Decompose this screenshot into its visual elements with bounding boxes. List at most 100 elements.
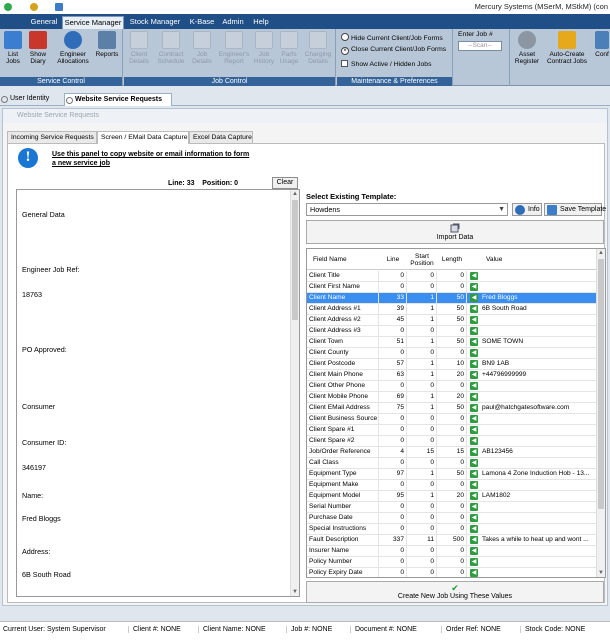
- close-forms-option[interactable]: × Close Current Client/Job Forms: [341, 46, 446, 55]
- copy-value-arrow-icon[interactable]: ◀: [470, 371, 478, 379]
- copy-value-arrow-icon[interactable]: ◀: [470, 525, 478, 533]
- table-row[interactable]: Client Address #3 0 0 0 ◀: [307, 326, 598, 337]
- info-button[interactable]: Info: [512, 203, 542, 216]
- template-select[interactable]: Howdens ▼: [306, 203, 508, 216]
- cell-value[interactable]: 6B South Road: [480, 304, 598, 314]
- save-template-button[interactable]: Save Template: [544, 203, 606, 216]
- table-row[interactable]: Client Other Phone 0 0 0 ◀: [307, 381, 598, 392]
- copy-value-arrow-icon[interactable]: ◀: [470, 514, 478, 522]
- copy-value-arrow-icon[interactable]: ◀: [470, 393, 478, 401]
- table-row[interactable]: Fault Description 337 11 500 Takes a while t…: [307, 535, 598, 546]
- cell-value[interactable]: [480, 414, 598, 424]
- copy-value-arrow-icon[interactable]: ◀: [470, 305, 478, 313]
- copy-value-arrow-icon[interactable]: ◀: [470, 569, 478, 577]
- cell-line[interactable]: 0: [379, 546, 407, 556]
- copy-value-arrow-icon[interactable]: ◀: [470, 283, 478, 291]
- cell-length[interactable]: 50: [437, 337, 467, 347]
- cell-length[interactable]: 0: [437, 425, 467, 435]
- cell-line[interactable]: 51: [379, 337, 407, 347]
- cell-start-position[interactable]: 1: [407, 370, 437, 380]
- capture-text-editor[interactable]: General Data Engineer Job Ref: 18763 PO …: [16, 189, 300, 597]
- cell-value[interactable]: [480, 271, 598, 281]
- table-row[interactable]: Job/Order Reference 4 15 15 AB123456 ◀: [307, 447, 598, 458]
- cell-length[interactable]: 10: [437, 359, 467, 369]
- cell-line[interactable]: 0: [379, 282, 407, 292]
- copy-value-arrow-icon[interactable]: ◀: [470, 404, 478, 412]
- cell-value[interactable]: [480, 513, 598, 523]
- cell-value[interactable]: Takes a while to heat up and wont ...: [480, 535, 598, 545]
- cell-start-position[interactable]: 0: [407, 524, 437, 534]
- scroll-up-icon[interactable]: ▲: [597, 249, 605, 257]
- cell-start-position[interactable]: 0: [407, 513, 437, 523]
- cell-length[interactable]: 0: [437, 348, 467, 358]
- cell-value[interactable]: BN9 1AB: [480, 359, 598, 369]
- copy-value-arrow-icon[interactable]: ◀: [470, 316, 478, 324]
- cell-length[interactable]: 0: [437, 480, 467, 490]
- table-row[interactable]: Client EMail Address 75 1 50 paul@hatchgates…: [307, 403, 598, 414]
- table-row[interactable]: Policy Expiry Date 0 0 0 ◀: [307, 568, 598, 577]
- copy-value-arrow-icon[interactable]: ◀: [470, 503, 478, 511]
- cell-start-position[interactable]: 1: [407, 469, 437, 479]
- copy-value-arrow-icon[interactable]: ◀: [470, 459, 478, 467]
- parts-usage-button[interactable]: Parts Usage: [278, 31, 300, 65]
- grid-scrollbar[interactable]: ▲ ▼: [596, 249, 605, 577]
- table-row[interactable]: Equipment Type 97 1 50 Lamona 4 Zone Inducti…: [307, 469, 598, 480]
- cell-value[interactable]: SOME TOWN: [480, 337, 598, 347]
- save-icon[interactable]: [55, 3, 63, 11]
- cell-value[interactable]: paul@hatchgatesoftware.com: [480, 403, 598, 413]
- cell-line[interactable]: 0: [379, 513, 407, 523]
- cell-line[interactable]: 97: [379, 469, 407, 479]
- cell-value[interactable]: [480, 282, 598, 292]
- cell-start-position[interactable]: 0: [407, 381, 437, 391]
- table-row[interactable]: Client County 0 0 0 ◀: [307, 348, 598, 359]
- scroll-up-icon[interactable]: ▲: [291, 190, 299, 198]
- close-tab-icon[interactable]: [66, 97, 73, 104]
- job-history-button[interactable]: Job History: [253, 31, 275, 65]
- menu-tab-service-manager[interactable]: Service Manager: [62, 16, 124, 29]
- table-row[interactable]: Client Address #2 45 1 50 ◀: [307, 315, 598, 326]
- copy-value-arrow-icon[interactable]: ◀: [470, 382, 478, 390]
- cell-length[interactable]: 50: [437, 293, 467, 303]
- hide-forms-option[interactable]: Hide Current Client/Job Forms: [341, 33, 443, 42]
- cell-line[interactable]: 0: [379, 480, 407, 490]
- cell-line[interactable]: 0: [379, 348, 407, 358]
- table-row[interactable]: Client Address #1 39 1 50 6B South Road ◀: [307, 304, 598, 315]
- table-row[interactable]: Equipment Model 95 1 20 LAM1802 ◀: [307, 491, 598, 502]
- editor-scrollbar[interactable]: ▲ ▼: [290, 190, 299, 596]
- cell-length[interactable]: 0: [437, 546, 467, 556]
- table-row[interactable]: Call Class 0 0 0 ◀: [307, 458, 598, 469]
- table-row[interactable]: Client Spare #1 0 0 0 ◀: [307, 425, 598, 436]
- list-jobs-button[interactable]: List Jobs: [2, 31, 24, 65]
- cell-value[interactable]: [480, 425, 598, 435]
- cell-value[interactable]: [480, 315, 598, 325]
- cell-start-position[interactable]: 0: [407, 546, 437, 556]
- cell-start-position[interactable]: 1: [407, 337, 437, 347]
- client-details-button[interactable]: Client Details: [126, 31, 152, 65]
- table-row[interactable]: Client Title 0 0 0 ◀: [307, 271, 598, 282]
- conf-button[interactable]: Conf: [593, 31, 610, 58]
- cell-length[interactable]: 0: [437, 524, 467, 534]
- copy-value-arrow-icon[interactable]: ◀: [470, 492, 478, 500]
- cell-start-position[interactable]: 1: [407, 491, 437, 501]
- create-new-job-button[interactable]: ✔ Create New Job Using These Values: [306, 581, 604, 603]
- cell-line[interactable]: 0: [379, 524, 407, 534]
- copy-value-arrow-icon[interactable]: ◀: [470, 415, 478, 423]
- scroll-down-icon[interactable]: ▼: [597, 569, 605, 577]
- cell-line[interactable]: 4: [379, 447, 407, 457]
- table-row[interactable]: Policy Number 0 0 0 ◀: [307, 557, 598, 568]
- cell-length[interactable]: 0: [437, 436, 467, 446]
- copy-value-arrow-icon[interactable]: ◀: [470, 327, 478, 335]
- cell-start-position[interactable]: 0: [407, 271, 437, 281]
- cell-value[interactable]: [480, 557, 598, 567]
- cell-length[interactable]: 50: [437, 315, 467, 325]
- cell-start-position[interactable]: 1: [407, 293, 437, 303]
- cell-start-position[interactable]: 0: [407, 458, 437, 468]
- cell-length[interactable]: 0: [437, 513, 467, 523]
- copy-value-arrow-icon[interactable]: ◀: [470, 272, 478, 280]
- cell-line[interactable]: 0: [379, 557, 407, 567]
- cell-start-position[interactable]: 1: [407, 304, 437, 314]
- cell-start-position[interactable]: 0: [407, 326, 437, 336]
- cell-length[interactable]: 0: [437, 557, 467, 567]
- table-row[interactable]: Serial Number 0 0 0 ◀: [307, 502, 598, 513]
- cell-line[interactable]: 63: [379, 370, 407, 380]
